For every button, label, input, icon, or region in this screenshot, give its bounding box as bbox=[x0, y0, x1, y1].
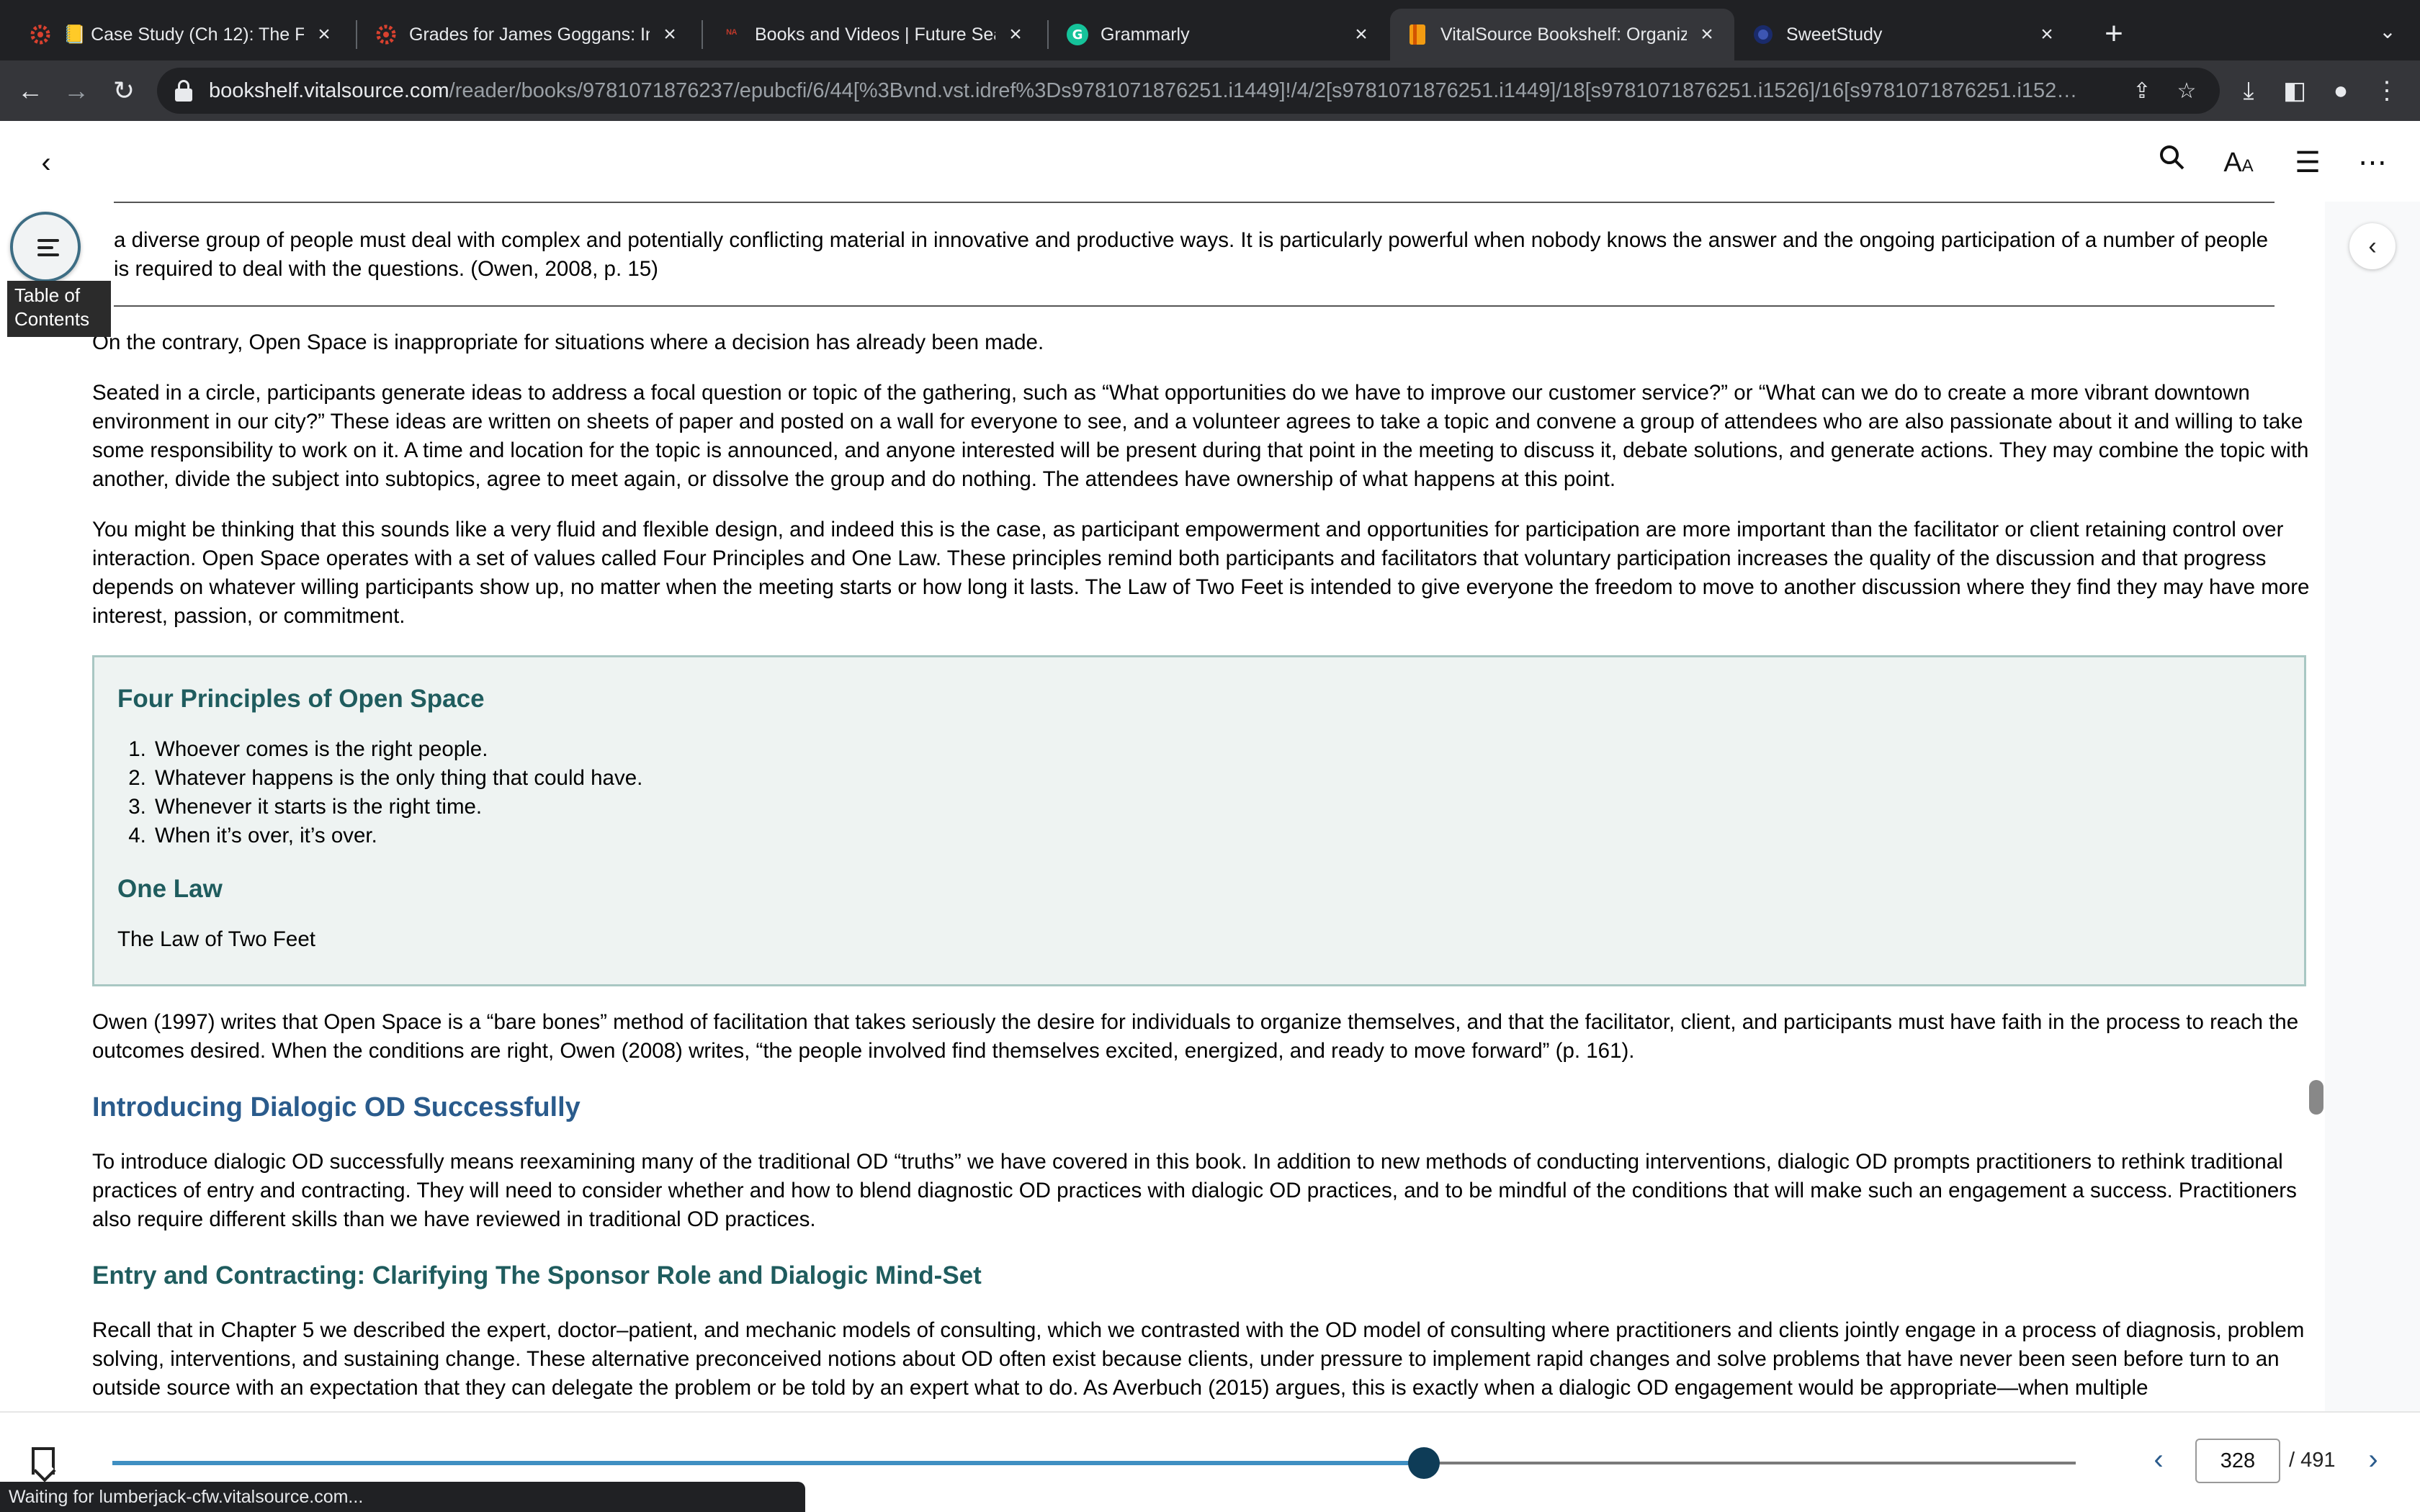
quote-bottom-rule bbox=[114, 305, 2275, 307]
tab-title: Grammarly bbox=[1101, 24, 1190, 45]
forward-arrow-icon[interactable]: → bbox=[58, 72, 95, 109]
list-item: Whoever comes is the right people. bbox=[152, 735, 2281, 764]
section-heading: Introducing Dialogic OD Successfully bbox=[92, 1092, 581, 1122]
list-item: Whenever it starts is the right time. bbox=[152, 793, 2281, 822]
tab-search-chevron-icon[interactable]: ⌄ bbox=[2373, 17, 2402, 46]
bookmark-icon[interactable] bbox=[32, 1447, 55, 1475]
close-icon[interactable]: × bbox=[1695, 22, 1718, 47]
kebab-menu-icon[interactable]: ⋮ bbox=[2368, 72, 2406, 109]
profile-icon[interactable]: ● bbox=[2322, 72, 2360, 109]
tab-sweetstudy[interactable]: SweetStudy × bbox=[1736, 12, 2074, 58]
page-slider[interactable] bbox=[112, 1447, 2076, 1479]
tab-title: 📒 Case Study (Ch 12): The Fut bbox=[63, 24, 304, 45]
gear-red-icon bbox=[375, 23, 398, 46]
svg-text:G: G bbox=[1072, 27, 1083, 42]
tab-title: Books and Videos | Future Sear bbox=[755, 24, 995, 45]
tab-separator bbox=[702, 20, 703, 49]
quote-top-rule bbox=[114, 202, 2275, 203]
page-total: / 491 bbox=[2289, 1449, 2336, 1472]
principles-list: Whoever comes is the right people. Whate… bbox=[152, 735, 2281, 850]
principles-box: Four Principles of Open Space Whoever co… bbox=[92, 655, 2306, 986]
future-search-icon: ᴺᴬ bbox=[726, 28, 738, 40]
browser-tab-strip: 📒 Case Study (Ch 12): The Fut × Grades f… bbox=[0, 0, 2420, 60]
download-icon[interactable]: ⤓ bbox=[2230, 72, 2267, 109]
menu-lines-icon bbox=[37, 253, 59, 256]
page-number-input[interactable] bbox=[2195, 1439, 2280, 1483]
list-item: Whatever happens is the only thing that … bbox=[152, 764, 2281, 793]
vitalsource-book-icon bbox=[1406, 23, 1429, 46]
paragraph: On the contrary, Open Space is inappropr… bbox=[92, 330, 1044, 354]
tab-title: VitalSource Bookshelf: Organiz bbox=[1440, 24, 1687, 45]
reload-icon[interactable]: ↻ bbox=[105, 72, 143, 109]
search-icon[interactable] bbox=[2152, 143, 2192, 183]
tab-separator bbox=[356, 20, 357, 49]
tab-separator bbox=[1047, 20, 1049, 49]
paragraph: Recall that in Chapter 5 we described th… bbox=[92, 1318, 2305, 1400]
side-panel-icon[interactable]: ◧ bbox=[2276, 72, 2313, 109]
law-text: The Law of Two Feet bbox=[117, 927, 315, 951]
one-law-heading: One Law bbox=[117, 875, 223, 903]
book-content: a diverse group of people must deal with… bbox=[92, 202, 2322, 1411]
tab-case-study[interactable]: 📒 Case Study (Ch 12): The Fut × bbox=[13, 12, 351, 58]
text-size-icon[interactable]: AA bbox=[2218, 143, 2259, 183]
gear-red-icon bbox=[29, 23, 52, 46]
status-bar: Waiting for lumberjack-cfw.vitalsource.c… bbox=[0, 1482, 805, 1512]
reader-header: ‹ AA ☰ ⋯ bbox=[0, 121, 2420, 202]
grammarly-icon: G bbox=[1066, 23, 1089, 46]
menu-lines-icon bbox=[37, 239, 59, 242]
menu-lines-icon bbox=[37, 246, 53, 249]
tab-grammarly[interactable]: G Grammarly × bbox=[1050, 12, 1389, 58]
close-icon[interactable]: × bbox=[313, 22, 336, 47]
page-slider-thumb[interactable] bbox=[1408, 1447, 1440, 1479]
right-gutter bbox=[2325, 202, 2420, 1411]
toc-tooltip: Table of Contents bbox=[7, 281, 111, 337]
lock-icon bbox=[174, 80, 193, 102]
close-icon[interactable]: × bbox=[1350, 22, 1373, 47]
more-options-icon[interactable]: ⋯ bbox=[2352, 143, 2393, 183]
sweetstudy-icon bbox=[1752, 23, 1775, 46]
tab-grades[interactable]: Grades for James Goggans: Int × bbox=[359, 12, 697, 58]
reader-back-chevron-icon[interactable]: ‹ bbox=[26, 143, 66, 183]
table-of-contents-button[interactable] bbox=[10, 212, 81, 282]
paragraph: You might be thinking that this sounds l… bbox=[92, 518, 2310, 628]
back-arrow-icon[interactable]: ← bbox=[12, 72, 49, 109]
paragraph: Seated in a circle, participants generat… bbox=[92, 381, 2309, 491]
tab-title: SweetStudy bbox=[1786, 24, 1883, 45]
previous-page-chevron-icon[interactable]: ‹ bbox=[2141, 1441, 2177, 1477]
principles-heading: Four Principles of Open Space bbox=[117, 685, 485, 713]
close-icon[interactable]: × bbox=[1004, 22, 1027, 47]
list-item: When it’s over, it’s over. bbox=[152, 822, 2281, 850]
new-tab-button[interactable]: + bbox=[2096, 16, 2132, 52]
subsection-heading: Entry and Contracting: Clarifying The Sp… bbox=[92, 1261, 982, 1290]
page-slider-fill bbox=[112, 1461, 1424, 1465]
playlist-star-icon[interactable]: ☰ bbox=[2287, 143, 2328, 183]
block-quote: a diverse group of people must deal with… bbox=[114, 228, 2269, 281]
tab-vitalsource[interactable]: VitalSource Bookshelf: Organiz × bbox=[1390, 9, 1734, 60]
address-bar[interactable]: bookshelf.vitalsource.com/reader/books/9… bbox=[157, 68, 2220, 114]
paragraph: To introduce dialogic OD successfully me… bbox=[92, 1150, 2297, 1231]
share-icon[interactable]: ⇪ bbox=[2126, 78, 2158, 104]
star-icon[interactable]: ☆ bbox=[2171, 78, 2202, 104]
tab-books-videos[interactable]: ᴺᴬ Books and Videos | Future Sear × bbox=[704, 12, 1043, 58]
next-page-chevron-icon[interactable]: › bbox=[2355, 1441, 2391, 1477]
paragraph: Owen (1997) writes that Open Space is a … bbox=[92, 1010, 2299, 1063]
close-icon[interactable]: × bbox=[2035, 22, 2058, 47]
browser-toolbar: ← → ↻ bookshelf.vitalsource.com/reader/b… bbox=[0, 60, 2420, 121]
collapse-panel-chevron-icon[interactable]: ‹ bbox=[2349, 223, 2396, 269]
tab-title: Grades for James Goggans: Int bbox=[409, 24, 650, 45]
url-text[interactable]: bookshelf.vitalsource.com/reader/books/9… bbox=[209, 79, 2113, 103]
close-icon[interactable]: × bbox=[658, 22, 681, 47]
